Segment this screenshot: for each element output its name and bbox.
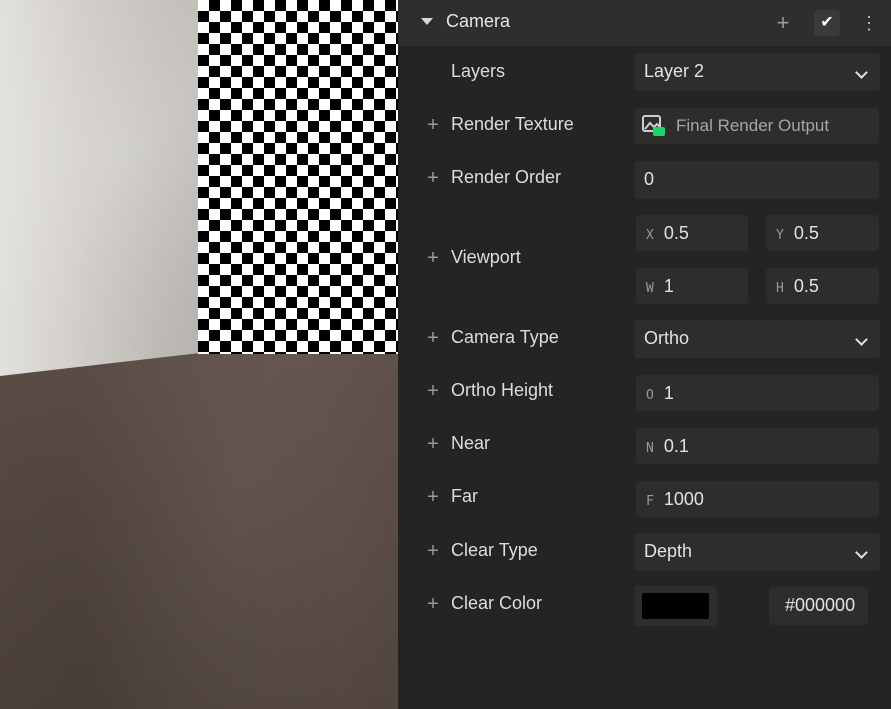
clear-type-plus-icon[interactable]: +: [425, 541, 441, 561]
far-label: Far: [451, 486, 478, 506]
texture-icon: [642, 115, 665, 136]
enabled-checkbox[interactable]: ✔: [814, 10, 840, 36]
clear-color-hex-input[interactable]: #000000: [769, 587, 868, 625]
far-value: 1000: [663, 489, 704, 509]
ortho-height-label: Ortho Height: [451, 380, 554, 400]
near-value: 0.1: [663, 436, 689, 456]
ortho-height-value: 1: [663, 383, 674, 403]
w-prefix: W: [646, 281, 654, 296]
camera-inspector-panel: Camera + ✔ ⋮ Layers Layer 2 + Render Tex…: [398, 0, 891, 709]
x-prefix: X: [646, 228, 654, 243]
add-icon[interactable]: +: [772, 10, 794, 36]
clear-type-value: Depth: [644, 541, 693, 561]
camera-type-dropdown[interactable]: Ortho: [634, 320, 880, 358]
viewport-x-input[interactable]: X 0.5: [636, 215, 748, 251]
near-label: Near: [451, 433, 491, 453]
render-texture-value: Final Render Output: [676, 116, 830, 135]
y-prefix: Y: [776, 228, 784, 243]
checkerboard-render-texture: [198, 0, 398, 354]
section-title: Camera: [446, 11, 511, 31]
viewport-h-input[interactable]: H 0.5: [766, 268, 879, 304]
render-texture-plus-icon[interactable]: +: [425, 115, 441, 135]
chevron-down-icon: [855, 66, 868, 79]
render-texture-label: Render Texture: [451, 114, 574, 134]
h-prefix: H: [776, 281, 784, 296]
render-texture-field[interactable]: Final Render Output: [634, 108, 879, 144]
viewport-w-input[interactable]: W1: [636, 268, 748, 304]
viewport-h-value: 0.5: [793, 276, 819, 296]
scene-preview: [0, 0, 398, 709]
clear-color-hex-value: #000000: [785, 595, 856, 615]
viewport-w-value: 1: [663, 276, 674, 296]
far-plus-icon[interactable]: +: [425, 487, 441, 507]
n-prefix: N: [646, 441, 654, 456]
viewport-label: Viewport: [451, 247, 521, 267]
more-options-icon[interactable]: ⋮: [860, 10, 878, 36]
ortho-height-plus-icon[interactable]: +: [425, 381, 441, 401]
render-order-plus-icon[interactable]: +: [425, 168, 441, 188]
clear-color-label: Clear Color: [451, 593, 543, 613]
chevron-down-icon: [855, 546, 868, 559]
viewport-x-value: 0.5: [663, 223, 689, 243]
render-order-label: Render Order: [451, 167, 562, 187]
chevron-down-icon: [855, 333, 868, 346]
render-order-value: 0: [644, 169, 655, 189]
viewport-y-input[interactable]: Y 0.5: [766, 215, 879, 251]
camera-type-plus-icon[interactable]: +: [425, 328, 441, 348]
layers-label: Layers: [451, 61, 506, 81]
ortho-height-input[interactable]: O1: [636, 375, 879, 411]
camera-type-value: Ortho: [644, 328, 690, 348]
render-order-input[interactable]: 0: [634, 161, 879, 199]
color-swatch: [642, 593, 709, 619]
layers-dropdown[interactable]: Layer 2: [634, 53, 880, 91]
clear-type-label: Clear Type: [451, 540, 538, 560]
clear-type-dropdown[interactable]: Depth: [634, 533, 880, 571]
o-prefix: O: [646, 388, 654, 403]
near-plus-icon[interactable]: +: [425, 434, 441, 454]
f-prefix: F: [646, 494, 654, 509]
camera-type-label: Camera Type: [451, 327, 559, 347]
collapse-caret-icon[interactable]: [421, 18, 433, 25]
layers-value: Layer 2: [644, 61, 705, 81]
near-input[interactable]: N 0.1: [636, 428, 879, 464]
far-input[interactable]: F 1000: [636, 481, 879, 517]
viewport-y-value: 0.5: [793, 223, 819, 243]
clear-color-plus-icon[interactable]: +: [425, 594, 441, 614]
viewport-plus-icon[interactable]: +: [425, 248, 441, 268]
clear-color-swatch-button[interactable]: [634, 586, 717, 626]
camera-section-header[interactable]: Camera + ✔ ⋮: [398, 0, 891, 46]
